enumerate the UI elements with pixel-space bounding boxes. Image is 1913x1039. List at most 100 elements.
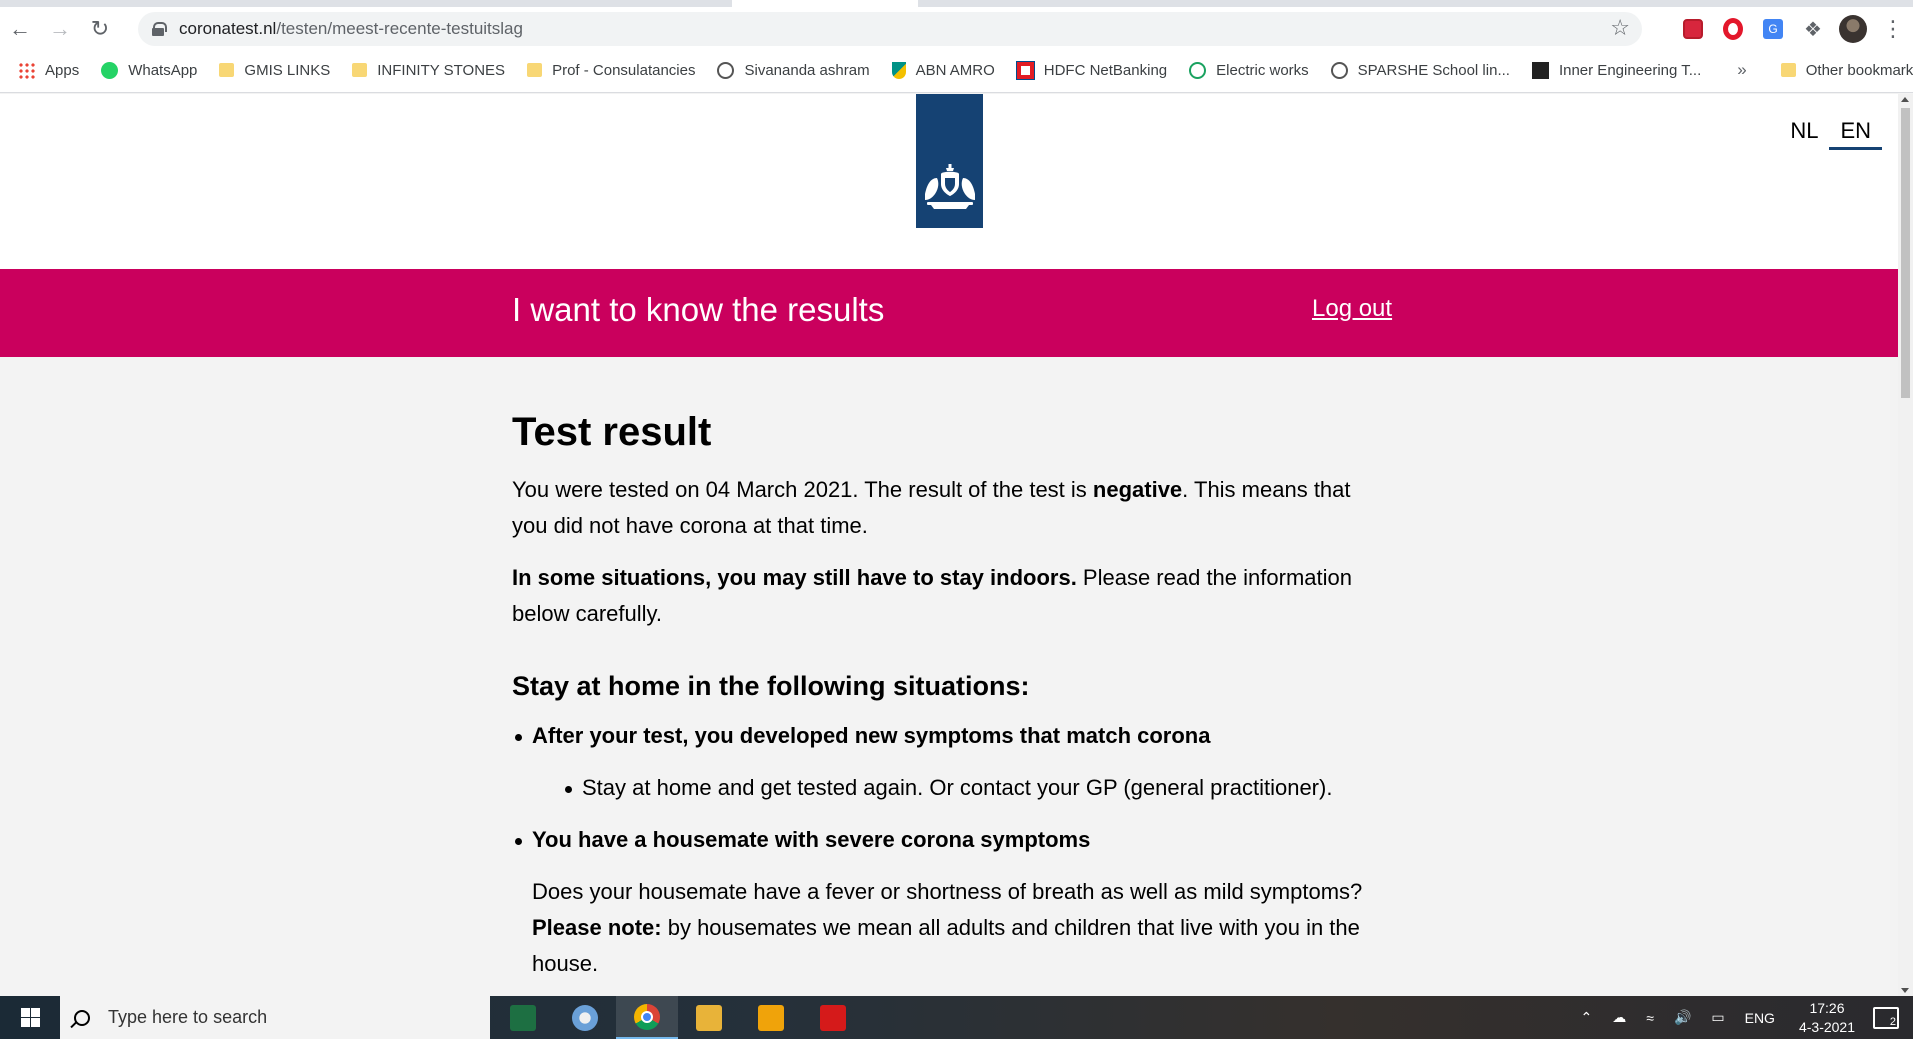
bookmark-label: Sivananda ashram bbox=[744, 61, 870, 79]
whatsapp-icon bbox=[101, 61, 119, 79]
result-paragraph: You were tested on 04 March 2021. The re… bbox=[512, 472, 1382, 544]
bookmarks-bar: Apps WhatsApp GMIS LINKS INFINITY STONES… bbox=[0, 51, 1913, 89]
volume-icon[interactable]: 🔊 bbox=[1674, 1009, 1691, 1026]
bookmark-sivananda[interactable]: Sivananda ashram bbox=[717, 61, 870, 79]
back-icon[interactable]: ← bbox=[0, 9, 40, 49]
list-item-housemate: You have a housemate with severe corona … bbox=[512, 822, 1382, 858]
bookmark-label: HDFC NetBanking bbox=[1043, 61, 1168, 79]
input-language[interactable]: ENG bbox=[1745, 1010, 1775, 1026]
bookmark-label: WhatsApp bbox=[128, 61, 198, 79]
forward-icon[interactable]: → bbox=[40, 9, 80, 49]
windows-logo-icon bbox=[20, 1008, 40, 1027]
outlook-taskbar-button[interactable] bbox=[740, 996, 802, 1039]
file-explorer-taskbar-button[interactable] bbox=[678, 996, 740, 1039]
excel-icon bbox=[510, 1004, 536, 1031]
start-button[interactable] bbox=[0, 996, 60, 1039]
address-bar[interactable]: coronatest.nl/testen/meest-recente-testu… bbox=[138, 12, 1642, 46]
battery-icon[interactable]: ▭ bbox=[1711, 1009, 1724, 1026]
bookmark-label: Prof - Consulatancies bbox=[552, 61, 696, 79]
indoors-paragraph: In some situations, you may still have t… bbox=[512, 560, 1382, 632]
url-path: /testen/meest-recente-testuitslag bbox=[276, 19, 523, 38]
scroll-down-icon[interactable] bbox=[1901, 988, 1909, 993]
taskbar-apps bbox=[492, 996, 864, 1039]
bookmark-gmis-links[interactable]: GMIS LINKS bbox=[219, 62, 330, 79]
search-icon bbox=[74, 1009, 90, 1026]
system-tray: ⌃ ☁ ≈ 🔊 ▭ ENG 17:26 4-3-2021 2 bbox=[1571, 996, 1913, 1039]
url-host: coronatest.nl bbox=[179, 19, 277, 38]
onedrive-cloud-icon[interactable]: ☁ bbox=[1612, 1009, 1626, 1026]
bookmark-star-icon[interactable]: ☆ bbox=[1610, 15, 1630, 41]
crest-icon bbox=[924, 164, 975, 209]
lock-icon[interactable] bbox=[152, 22, 167, 36]
extensions-puzzle-icon[interactable]: ❖ bbox=[1793, 9, 1833, 49]
bookmark-whatsapp[interactable]: WhatsApp bbox=[101, 61, 198, 79]
acrobat-taskbar-button[interactable] bbox=[802, 996, 864, 1039]
bookmark-apps[interactable]: Apps bbox=[18, 61, 80, 79]
google-translate-icon[interactable]: G bbox=[1753, 9, 1793, 49]
bookmark-other[interactable]: Other bookmarks bbox=[1780, 61, 1913, 79]
excel-taskbar-button[interactable] bbox=[492, 996, 554, 1039]
menu-dots-icon[interactable]: ⋮ bbox=[1873, 9, 1913, 49]
sub-list-item: Stay at home and get tested again. Or co… bbox=[562, 770, 1382, 806]
folder-icon bbox=[696, 1004, 722, 1031]
search-placeholder: Type here to search bbox=[108, 1007, 268, 1027]
scrollbar-thumb[interactable] bbox=[1901, 108, 1910, 398]
bookmark-label: Apps bbox=[45, 61, 80, 79]
page-title: Test result bbox=[512, 410, 712, 454]
result-negative: negative bbox=[1092, 477, 1183, 502]
browser-toolbar: ← → ↻ coronatest.nl/testen/meest-recente… bbox=[0, 7, 1913, 51]
bookmark-label: SPARSHE School lin... bbox=[1357, 61, 1510, 79]
section-heading: Stay at home in the following situations… bbox=[512, 671, 1030, 701]
clock[interactable]: 17:26 4-3-2021 bbox=[1799, 999, 1855, 1037]
check-icon bbox=[1189, 61, 1207, 79]
reload-icon[interactable]: ↻ bbox=[80, 9, 120, 49]
red-extension-icon[interactable] bbox=[1673, 9, 1713, 49]
tab-strip bbox=[0, 0, 1913, 7]
notification-center-icon[interactable]: 2 bbox=[1873, 1006, 1899, 1029]
bookmark-electric-works[interactable]: Electric works bbox=[1189, 61, 1309, 79]
language-switch: NL EN bbox=[1779, 118, 1882, 150]
wifi-icon[interactable]: ≈ bbox=[1646, 1010, 1654, 1026]
folder-icon bbox=[352, 63, 368, 77]
page-scrollbar[interactable] bbox=[1898, 94, 1913, 996]
bookmarks-overflow-chevron-icon[interactable]: » bbox=[1737, 60, 1746, 80]
paint-taskbar-button[interactable] bbox=[554, 996, 616, 1039]
taskbar-search[interactable]: Type here to search bbox=[60, 996, 490, 1039]
site-icon bbox=[717, 61, 735, 79]
please-note: Please note: bbox=[532, 915, 662, 940]
bookmark-label: Other bookmarks bbox=[1805, 61, 1913, 79]
opera-extension-icon[interactable] bbox=[1713, 9, 1753, 49]
bookmark-inner-engineering[interactable]: Inner Engineering T... bbox=[1531, 61, 1701, 79]
chevron-up-icon[interactable]: ⌃ bbox=[1581, 1009, 1593, 1026]
banner-title: I want to know the results bbox=[512, 291, 885, 328]
scroll-up-icon[interactable] bbox=[1901, 97, 1909, 102]
folder-icon bbox=[219, 63, 235, 77]
housemate-paragraph: Does your housemate have a fever or shor… bbox=[532, 874, 1382, 982]
windows-taskbar: Type here to search ⌃ ☁ ≈ 🔊 ▭ ENG 17:26 … bbox=[0, 996, 1913, 1039]
list-item-symptoms: After your test, you developed new sympt… bbox=[512, 718, 1382, 754]
lang-en-link[interactable]: EN bbox=[1829, 118, 1882, 150]
apps-icon bbox=[18, 61, 35, 79]
site-icon bbox=[1330, 61, 1348, 79]
bookmark-label: Electric works bbox=[1216, 61, 1309, 79]
folder-icon bbox=[1780, 63, 1796, 77]
profile-avatar[interactable] bbox=[1833, 9, 1873, 49]
housemate-text: Does your housemate have a fever or shor… bbox=[532, 879, 1363, 904]
abn-amro-icon bbox=[891, 61, 906, 79]
active-tab[interactable] bbox=[732, 0, 918, 7]
bookmark-hdfc[interactable]: HDFC NetBanking bbox=[1015, 60, 1168, 80]
logout-link[interactable]: Log out bbox=[1312, 295, 1392, 323]
bookmark-prof-consultancies[interactable]: Prof - Consulatancies bbox=[527, 62, 695, 79]
bookmark-label: ABN AMRO bbox=[915, 61, 995, 79]
result-text: You were tested on 04 March 2021. The re… bbox=[512, 477, 1093, 502]
bookmark-abn-amro[interactable]: ABN AMRO bbox=[891, 61, 995, 79]
clock-date: 4-3-2021 bbox=[1798, 1018, 1855, 1035]
chrome-taskbar-button[interactable] bbox=[616, 996, 678, 1039]
bookmark-infinity-stones[interactable]: INFINITY STONES bbox=[352, 62, 505, 79]
rijksoverheid-logo[interactable] bbox=[916, 94, 983, 228]
lang-nl-link[interactable]: NL bbox=[1779, 118, 1829, 150]
bookmark-label: GMIS LINKS bbox=[244, 61, 331, 79]
bookmark-sparshe[interactable]: SPARSHE School lin... bbox=[1330, 61, 1510, 79]
web-page: NL EN I want to know the results Log out… bbox=[0, 94, 1898, 996]
chrome-icon bbox=[634, 1003, 660, 1030]
